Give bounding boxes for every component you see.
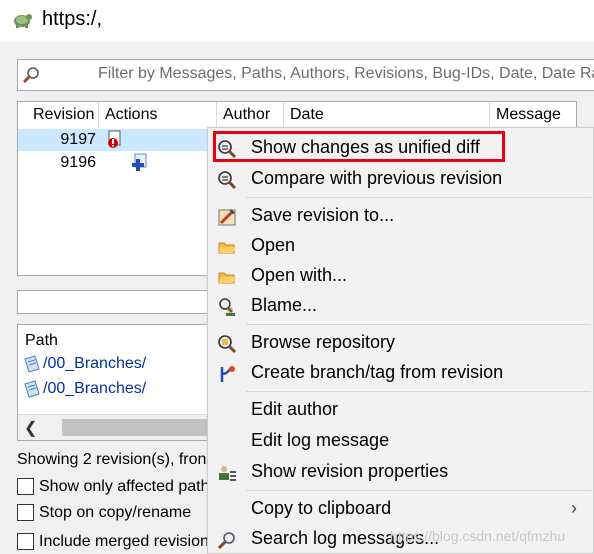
context-menu[interactable]: Show changes as unified diff Compare wit… xyxy=(207,127,594,554)
checkbox-label: Include merged revision xyxy=(39,533,209,550)
menu-item-browse-repository[interactable]: Browse repository xyxy=(208,329,593,358)
menu-item-label: Compare with previous revision xyxy=(251,168,503,188)
include-merged-checkbox[interactable]: Include merged revision xyxy=(17,533,209,551)
horizontal-scrollbar[interactable]: ❮ xyxy=(18,414,212,440)
menu-item-label: Edit author xyxy=(251,399,339,419)
folder-open-with-icon xyxy=(218,272,236,284)
path-text: /00_Branches/ xyxy=(43,380,147,398)
menu-separator xyxy=(246,490,591,491)
path-row[interactable]: /00_Branches/ xyxy=(23,380,146,402)
checkbox-label: Show only affected path xyxy=(39,478,210,495)
menu-item-edit-author[interactable]: Edit author xyxy=(208,396,593,425)
menu-item-blame[interactable]: Blame... xyxy=(208,292,593,321)
menu-item-revision-properties[interactable]: Show revision properties xyxy=(208,458,593,487)
tortoise-icon xyxy=(14,14,32,28)
menu-item-compare-previous[interactable]: Compare with previous revision xyxy=(208,165,593,194)
blame-icon xyxy=(219,298,235,316)
scroll-left-icon[interactable]: ❮ xyxy=(24,418,37,438)
scrollbar-thumb[interactable] xyxy=(62,419,212,436)
revision-number: 9196 xyxy=(60,154,96,171)
watermark: https://blog.csdn.net/qfmzhu xyxy=(390,528,566,544)
column-path[interactable]: Path xyxy=(25,332,58,350)
menu-item-save-revision[interactable]: Save revision to... xyxy=(208,202,593,231)
menu-item-open-with[interactable]: Open with... xyxy=(208,262,593,291)
column-author[interactable]: Author xyxy=(217,102,284,128)
menu-separator xyxy=(246,324,591,325)
path-row[interactable]: /00_Branches/ xyxy=(23,355,146,377)
column-revision[interactable]: Revision xyxy=(18,102,99,128)
file-icon xyxy=(24,380,40,398)
message-box[interactable] xyxy=(17,290,213,314)
added-action-icon xyxy=(132,153,147,171)
save-revision-icon xyxy=(218,209,236,226)
menu-separator xyxy=(246,197,591,198)
modified-action-icon xyxy=(108,130,121,148)
column-message[interactable]: Message xyxy=(490,102,576,128)
menu-item-create-branch[interactable]: Create branch/tag from revision xyxy=(208,359,593,388)
filter-input[interactable]: Filter by Messages, Paths, Authors, Revi… xyxy=(17,59,594,91)
menu-item-edit-log-message[interactable]: Edit log message xyxy=(208,427,593,456)
menu-item-copy-to-clipboard[interactable]: Copy to clipboard › xyxy=(208,495,593,524)
checkbox-box[interactable] xyxy=(17,504,34,522)
menu-item-label: Blame... xyxy=(251,295,318,315)
revision-number: 9197 xyxy=(60,131,96,148)
menu-item-label: Copy to clipboard xyxy=(251,498,392,518)
search-icon[interactable] xyxy=(21,65,41,85)
menu-item-label: Save revision to... xyxy=(251,205,395,225)
menu-item-open[interactable]: Open xyxy=(208,232,593,261)
menu-item-label: Open xyxy=(251,235,296,255)
show-affected-paths-checkbox[interactable]: Show only affected path xyxy=(17,478,210,496)
search-log-icon xyxy=(217,532,235,550)
compare-magnifier-icon xyxy=(218,171,237,190)
submenu-chevron-icon: › xyxy=(571,498,577,518)
column-actions[interactable]: Actions xyxy=(99,102,217,128)
column-date[interactable]: Date xyxy=(284,102,490,128)
highlight-box xyxy=(213,131,505,162)
folder-open-icon xyxy=(218,242,236,254)
branch-icon xyxy=(220,366,235,382)
status-text: Showing 2 revision(s), fron xyxy=(17,451,207,468)
repo-browser-icon xyxy=(218,335,237,354)
checkbox-box[interactable] xyxy=(17,478,34,496)
file-icon xyxy=(24,355,40,373)
menu-item-label: Browse repository xyxy=(251,332,396,352)
checkbox-box[interactable] xyxy=(17,533,34,551)
menu-separator xyxy=(246,391,591,392)
stop-on-copy-checkbox[interactable]: Stop on copy/rename xyxy=(17,504,191,522)
menu-item-label: Create branch/tag from revision xyxy=(251,362,504,382)
menu-item-label: Open with... xyxy=(251,265,348,285)
properties-icon xyxy=(219,466,236,481)
title-bar: https:/, xyxy=(0,0,594,42)
filter-placeholder: Filter by Messages, Paths, Authors, Revi… xyxy=(98,65,594,82)
window-title: https:/, xyxy=(42,8,103,30)
menu-item-label: Edit log message xyxy=(251,430,390,450)
checkbox-label: Stop on copy/rename xyxy=(39,504,192,521)
path-text: /00_Branches/ xyxy=(43,355,147,373)
changed-paths-list[interactable]: Path /00_Branches/ /00_Branches/ ❮ xyxy=(17,324,213,441)
menu-item-label: Show revision properties xyxy=(251,461,449,481)
